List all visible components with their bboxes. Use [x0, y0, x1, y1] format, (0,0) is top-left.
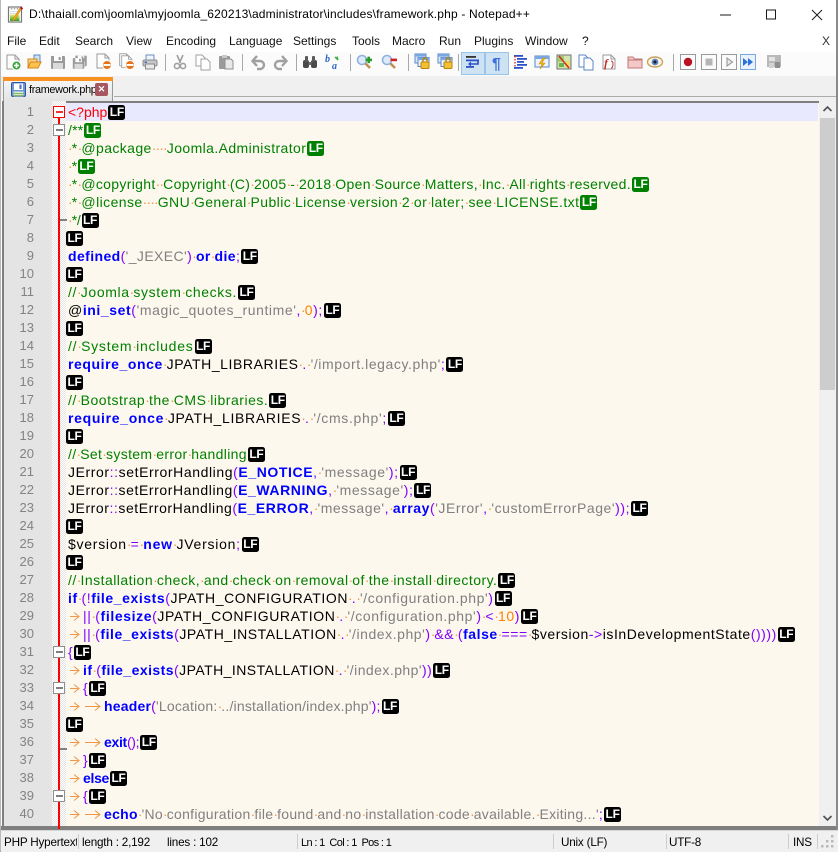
svg-text:b: b — [325, 54, 330, 65]
svg-text:¶: ¶ — [492, 56, 501, 73]
svg-text:a: a — [332, 61, 337, 72]
